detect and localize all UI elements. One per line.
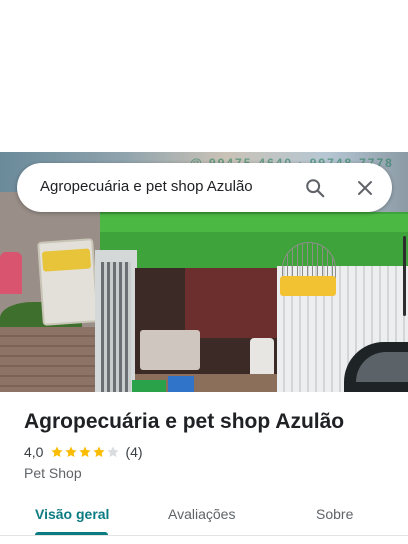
star-icon <box>79 446 92 458</box>
star-icon <box>107 446 120 458</box>
tabs-divider <box>0 535 408 536</box>
stone-wall <box>0 327 95 392</box>
chair <box>250 338 274 374</box>
green-bin <box>132 380 166 392</box>
search-query[interactable]: Agropecuária e pet shop Azulão <box>40 178 253 195</box>
interior-wall <box>185 268 277 338</box>
door-grid <box>101 262 131 392</box>
tab-reviews[interactable]: Avaliações <box>168 506 235 522</box>
place-title: Agropecuária e pet shop Azulão <box>24 410 345 433</box>
search-icon[interactable] <box>301 174 329 202</box>
blue-bin <box>168 376 194 392</box>
review-count[interactable]: (4) <box>125 444 142 460</box>
ceiling <box>96 214 408 232</box>
rating-row[interactable]: 4,0 (4) <box>24 444 143 460</box>
bird-cage-base <box>280 276 336 296</box>
feed-bag <box>37 238 99 326</box>
rating-value: 4,0 <box>24 444 44 460</box>
rating-stars <box>50 445 120 459</box>
tab-about[interactable]: Sobre <box>316 506 353 522</box>
star-icon <box>65 446 78 458</box>
pet-house <box>0 252 22 294</box>
close-icon[interactable] <box>351 174 379 202</box>
shelf <box>140 330 200 370</box>
star-icon <box>93 446 106 458</box>
search-bar[interactable]: Agropecuária e pet shop Azulão <box>17 163 392 212</box>
scrollbar[interactable] <box>403 236 406 316</box>
place-category[interactable]: Pet Shop <box>24 465 82 481</box>
tab-overview[interactable]: Visão geral <box>35 506 109 522</box>
star-icon <box>51 446 64 458</box>
place-tabs: Visão geral Avaliações Sobre <box>0 498 408 544</box>
